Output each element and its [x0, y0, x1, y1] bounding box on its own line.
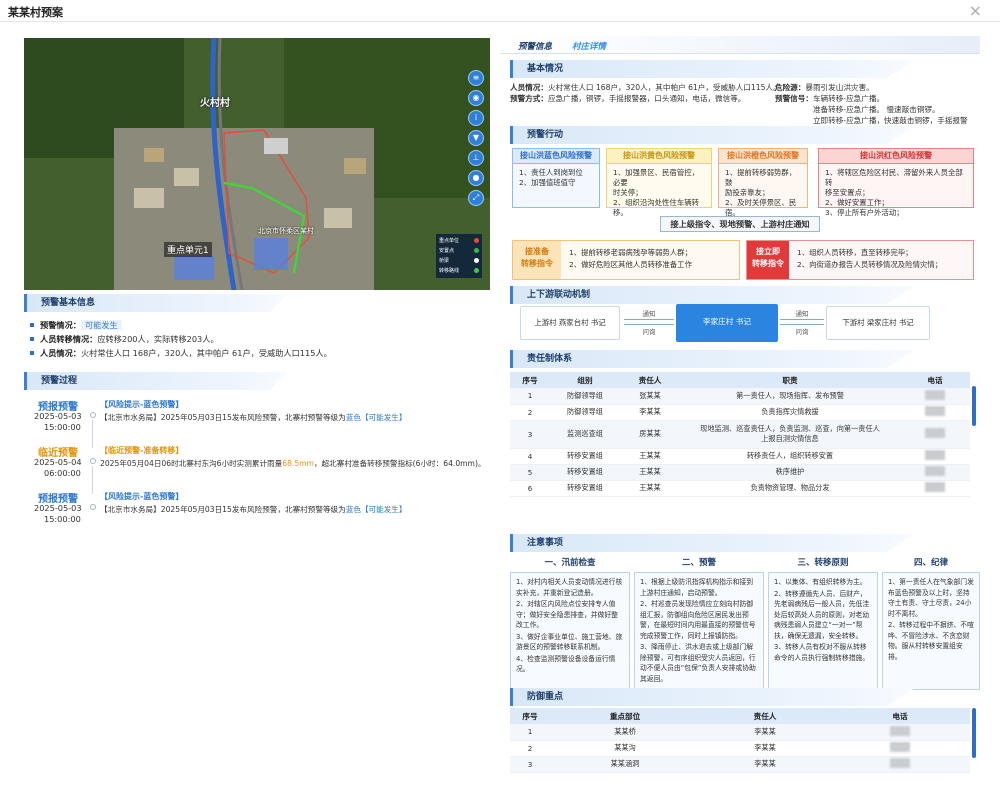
timeline-item: 预报预警 2025-05-03 15:00:00 【风险提示-蓝色预警】 【北京市…: [24, 398, 490, 448]
section-notes: 注意事项: [510, 534, 915, 552]
phone-blurred: [925, 406, 945, 416]
phone-blurred: [925, 389, 945, 400]
layers-icon[interactable]: ≡: [468, 70, 484, 86]
instruction-banner: 接上级指令、现地预警、上游村庄通知: [660, 216, 820, 232]
card-blue-warning: 接山洪蓝色风险预警 1、责任人到岗到位 2、加强值班值守: [512, 148, 600, 208]
section-defense: 防御重点: [510, 688, 915, 706]
note-card: 1、第一责任人在气象部门发布蓝色预警及以上时，坚持守土有责、守土尽责，24小时不…: [882, 572, 980, 690]
section-situation: 基本情况: [510, 60, 915, 78]
card-orange-warning: 接山洪橙色风险预警 1、提前转移弱势群，鼓 励投亲靠友； 2、及时关停景区、民宿。: [718, 148, 808, 217]
map-legend: 重点单位 安置点 桥梁 转移路线: [436, 234, 482, 278]
tab-warning-info[interactable]: 预警信息: [518, 40, 552, 52]
card-yellow-warning: 接山洪黄色风险预警 1、加强景区、民宿管控，必要 时关停； 2、组织沿沟处性住车辆…: [606, 148, 712, 217]
map-label-unit[interactable]: 重点单元1: [164, 242, 212, 257]
table-row: 1 防御领导组 张某某 第一责任人，现场指挥、发布预警: [510, 388, 970, 405]
phone-blurred: [925, 450, 945, 460]
table-row: 1 某某桥 李某某: [510, 724, 970, 741]
card-immediate-transfer: 接立即 转移指令 1、组织人员转移，直至转移完毕； 2、向街道办报告人员转移情况及…: [746, 240, 974, 280]
situation-body: 人员情况：火村常住人口 168户，320人，其中帕户 61户，受威胁人口115人…: [510, 83, 968, 136]
filter-icon[interactable]: ▼: [468, 130, 484, 146]
info-row-people: 人员情况：火村常住人口 168户，320人，其中帕户 61户，受威助人口115人…: [24, 346, 490, 360]
note-card: 1、以集体、有组织转移为主。 2、转移遵循先人员、后财产，先老弱病残后一般人员，先…: [768, 572, 878, 690]
table-row: 2 防御领导组 李某某 负责指挥灾情救援: [510, 404, 970, 421]
downstream-village-box: 下游村 梁家庄村 书记: [826, 306, 930, 340]
right-panel: 预警信息 村庄详情 基本情况 人员情况：火村常住人口 168户，320人，其中帕…: [500, 36, 980, 793]
info-row-transfer: 人员转移情况：应转移200人，实际转移203人。: [24, 332, 490, 346]
satellite-map: [24, 38, 490, 290]
phone-blurred: [925, 466, 945, 476]
info-row-warning: 预警情况： 可能发生: [24, 318, 490, 332]
table-row: 2 某某沟 李某某: [510, 740, 970, 757]
basic-info-list: 预警情况： 可能发生 人员转移情况：应转移200人，实际转移203人。 人员情况：…: [24, 318, 490, 360]
timeline-item: 临近预警 2025-05-04 06:00:00 【临近预警-准备转移】 2025…: [24, 444, 490, 494]
table-row: 5 转移安置组 王某某 秩序维护: [510, 464, 970, 481]
responsibility-table: 序号 组别 责任人 职责 电话 1 防御领导组 张某某 第一责任人，现场指挥、发布预警 2 防御…: [510, 372, 970, 497]
process-timeline: 预报预警 2025-05-03 15:00:00 【风险提示-蓝色预警】 【北京市…: [24, 398, 490, 536]
tab-bar: 预警信息 村庄详情: [500, 36, 980, 54]
section-action: 预警行动: [510, 126, 915, 144]
table-row: 6 转移安置组 王某某 负责物资管理、物品分发: [510, 480, 970, 497]
table-row: 4 转移安置组 王某某 转移责任人，组织转移安置: [510, 448, 970, 465]
card-red-warning: 接山洪红色风险预警 1、将辖区危险区村民、滞留外来人员全部转 移至安置点； 2、做…: [818, 148, 974, 217]
section-linkage: 上下游联动机制: [510, 286, 915, 304]
defense-scrollbar[interactable]: [972, 708, 976, 758]
notes-grid: 一、汛前检查 二、预警 三、转移原则 四、纪律 1、对村内相关人员变动情况进行核…: [510, 556, 980, 690]
window-titlebar: 某某村预案 ×: [0, 0, 1000, 22]
upstream-village-box: 上游村 燕家台村 书记: [520, 306, 620, 340]
close-icon[interactable]: ×: [969, 1, 982, 20]
phone-blurred: [890, 725, 910, 736]
responsibility-scrollbar[interactable]: [972, 386, 976, 426]
note-card: 1、根据上级防汛指挥机构指示和接到上游村庄通知，启动预警。 2、村巡查员发现险情应…: [634, 572, 764, 690]
eye-icon[interactable]: ◉: [468, 90, 484, 106]
info-icon[interactable]: i: [468, 110, 484, 126]
tab-village-details[interactable]: 村庄详情: [572, 40, 606, 52]
phone-blurred: [925, 428, 945, 438]
village-map[interactable]: 火村村 重点单元1 北京市怀柔区某村 ≡ ◉ i ▼ ⊥ ● ⤢ 重点单位 安置…: [24, 38, 490, 290]
window-title: 某某村预案: [8, 6, 63, 19]
phone-blurred: [890, 758, 910, 768]
note-card: 1、对村内相关人员变动情况进行核实补充，并重新登记造册。 2、对辖区内风险点位安排…: [510, 572, 630, 690]
card-prepare-transfer: 接准备 转移指令 1、提前转移老弱病残孕等弱势人群； 2、做好危险区其他人员转移准…: [512, 240, 740, 280]
defense-table: 序号 重点部位 责任人 电话 1 某某桥 李某某 2 某某沟 李某某 3 某某涵洞 李某某: [510, 708, 970, 773]
phone-blurred: [925, 482, 945, 492]
timeline-item: 预报预警 2025-05-03 15:00:00 【风险提示-蓝色预警】 【北京市…: [34, 492, 407, 524]
left-panel: 火村村 重点单元1 北京市怀柔区某村 ≡ ◉ i ▼ ⊥ ● ⤢ 重点单位 安置…: [24, 38, 490, 788]
phone-blurred: [890, 742, 910, 752]
map-label-village: 火村村: [200, 98, 230, 109]
ruler-icon[interactable]: ⊥: [468, 150, 484, 166]
map-label-area: 北京市怀柔区某村: [258, 227, 314, 235]
section-process: 预警过程: [24, 372, 288, 390]
section-responsibility: 责任制体系: [510, 350, 915, 368]
section-basic-info: 预警基本信息: [24, 294, 288, 312]
expand-icon[interactable]: ⤢: [468, 190, 484, 206]
pin-icon[interactable]: ●: [468, 170, 484, 186]
table-row: 3 某某涵洞 李某某: [510, 756, 970, 773]
current-village-box: 李家庄村 书记: [676, 304, 778, 342]
table-row: 3 监测巡查组 房某某 现地监测、巡查责任人，负责监测、巡查，向第一责任人上报自测灾情…: [510, 420, 970, 449]
